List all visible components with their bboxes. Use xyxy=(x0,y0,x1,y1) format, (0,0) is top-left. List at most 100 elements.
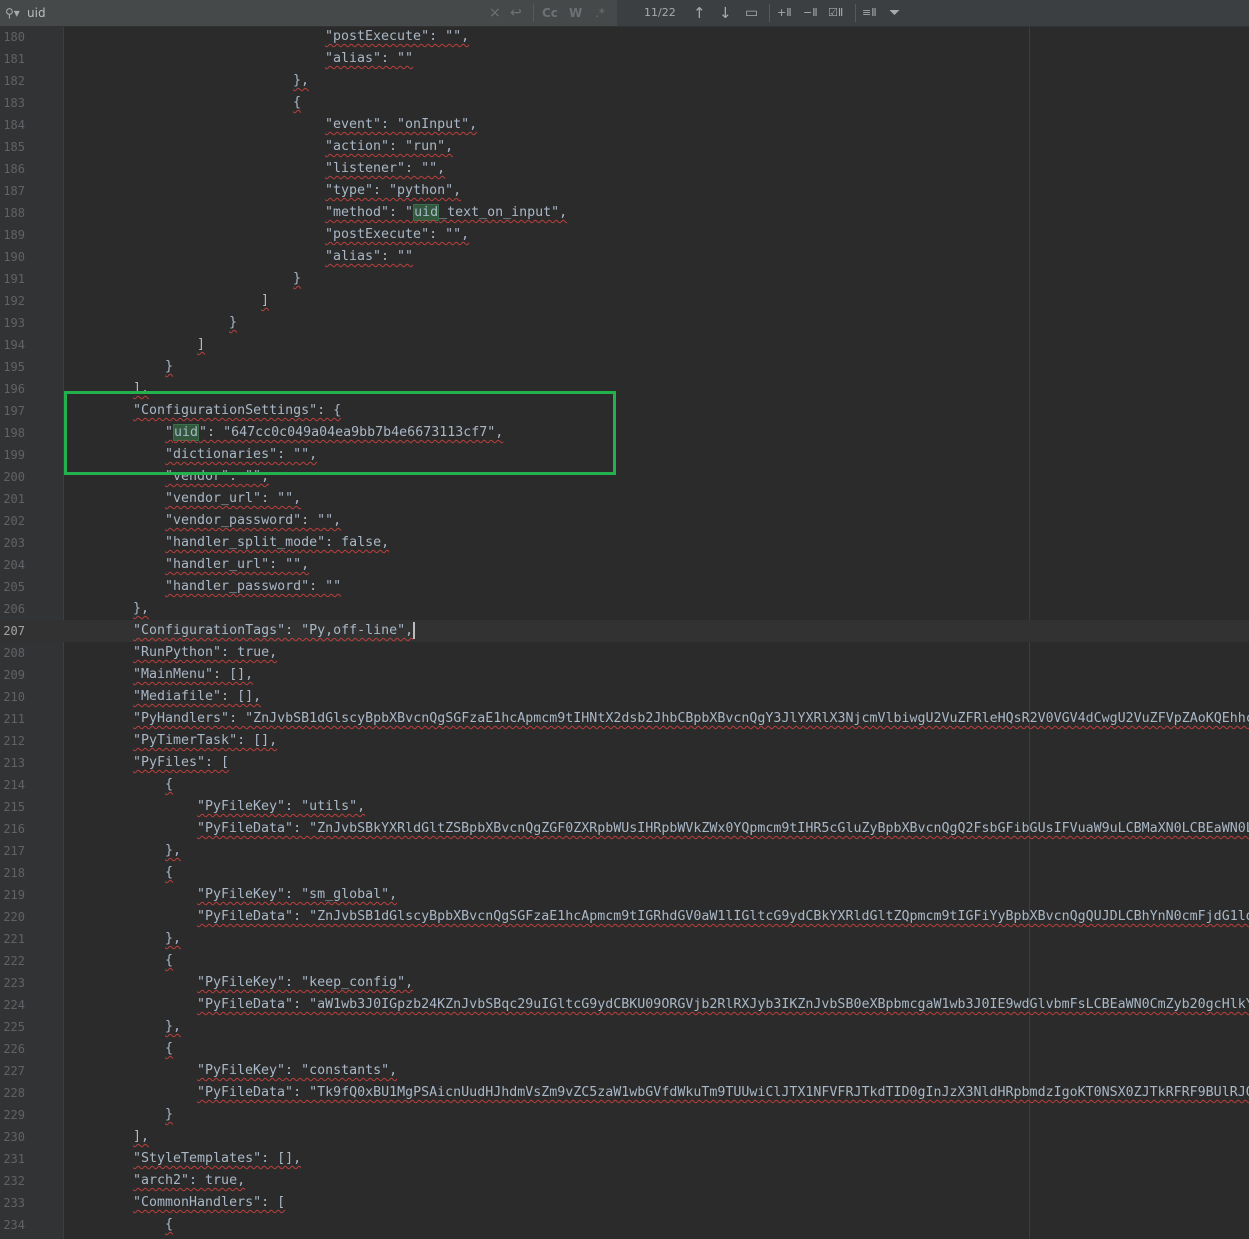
line-number: 199 xyxy=(3,448,25,462)
line-number: 191 xyxy=(3,272,25,286)
code-line[interactable]: 213 "PyFiles": [ xyxy=(0,752,1249,774)
code-token: { xyxy=(165,865,174,880)
newline-icon[interactable]: ↩ xyxy=(510,0,522,26)
search-field[interactable] xyxy=(0,0,617,26)
code-line[interactable]: 228 "PyFileData": "Tk9fQ0xBU1MgPSAicnUudH… xyxy=(0,1082,1249,1104)
code-line[interactable]: 200 "vendor": "", xyxy=(0,466,1249,488)
code-line[interactable]: 220 "PyFileData": "ZnJvbSB1dGlscyBpbXBvcn… xyxy=(0,906,1249,928)
code-line[interactable]: 219 "PyFileKey": "sm_global", xyxy=(0,884,1249,906)
line-number: 207 xyxy=(3,624,25,638)
code-line[interactable]: 216 "PyFileData": "ZnJvbSBkYXRldGltZSBpbX… xyxy=(0,818,1249,840)
code-line[interactable]: 184 "event": "onInput", xyxy=(0,114,1249,136)
code-line[interactable]: 218 { xyxy=(0,862,1249,884)
line-number: 197 xyxy=(3,404,25,418)
search-icon[interactable]: ⚲▾ xyxy=(5,0,20,26)
code-line[interactable]: 202 "vendor_password": "", xyxy=(0,510,1249,532)
code-line[interactable]: 234 { xyxy=(0,1214,1249,1236)
code-token: "method": " xyxy=(325,205,414,220)
code-line[interactable]: 231 "StyleTemplates": [], xyxy=(0,1148,1249,1170)
code-line[interactable]: 207 "ConfigurationTags": "Py,off-line", xyxy=(0,620,1249,642)
code-line[interactable]: 180 "postExecute": "", xyxy=(0,26,1249,48)
code-line[interactable]: 214 { xyxy=(0,774,1249,796)
line-number: 210 xyxy=(3,690,25,704)
words-toggle[interactable]: W xyxy=(569,0,582,26)
code-line[interactable]: 199 "dictionaries": "", xyxy=(0,444,1249,466)
code-line[interactable]: 222 { xyxy=(0,950,1249,972)
code-line[interactable]: 212 "PyTimerTask": [], xyxy=(0,730,1249,752)
code-line[interactable]: 197 "ConfigurationSettings": { xyxy=(0,400,1249,422)
code-line[interactable]: 194] xyxy=(0,334,1249,356)
code-line[interactable]: 215 "PyFileKey": "utils", xyxy=(0,796,1249,818)
code-line[interactable]: 208 "RunPython": true, xyxy=(0,642,1249,664)
line-number: 222 xyxy=(3,954,25,968)
code-line[interactable]: 224 "PyFileData": "aW1wb3J0IGpzb24KZnJvbS… xyxy=(0,994,1249,1016)
code-line[interactable]: 186 "listener": "", xyxy=(0,158,1249,180)
code-line[interactable]: 233 "CommonHandlers": [ xyxy=(0,1192,1249,1214)
open-in-window-icon[interactable]: ▭ xyxy=(745,0,758,26)
line-number: 228 xyxy=(3,1086,25,1100)
code-text: "Mediafile": [], xyxy=(133,686,261,708)
line-number: 211 xyxy=(3,712,25,726)
code-line[interactable]: 217}, xyxy=(0,840,1249,862)
code-line[interactable]: 185 "action": "run", xyxy=(0,136,1249,158)
code-line[interactable]: 205 "handler_password": "" xyxy=(0,576,1249,598)
code-text: "PyFileData": "aW1wb3J0IGpzb24KZnJvbSBqc… xyxy=(197,994,1249,1016)
match-count: 11/22 xyxy=(644,6,676,19)
code-line[interactable]: 227 "PyFileKey": "constants", xyxy=(0,1060,1249,1082)
code-text: "ConfigurationTags": "Py,off-line", xyxy=(133,620,416,642)
search-input[interactable]: uid xyxy=(27,0,46,26)
code-text: } xyxy=(293,268,301,290)
code-line[interactable]: 221}, xyxy=(0,928,1249,950)
code-line[interactable]: 182}, xyxy=(0,70,1249,92)
select-all-occurrences-icon[interactable]: ☑Ⅱ xyxy=(828,0,843,26)
code-line[interactable]: 190 "alias": "" xyxy=(0,246,1249,268)
add-occurrence-icon[interactable]: +Ⅱ xyxy=(777,0,792,26)
line-number: 219 xyxy=(3,888,25,902)
code-line[interactable]: 211 "PyHandlers": "ZnJvbSB1dGlscyBpbXBvcn… xyxy=(0,708,1249,730)
code-line[interactable]: 201 "vendor_url": "", xyxy=(0,488,1249,510)
search-match: uid xyxy=(413,204,440,221)
code-line[interactable]: 192] xyxy=(0,290,1249,312)
code-line[interactable]: 204 "handler_url": "", xyxy=(0,554,1249,576)
previous-occurrence-icon[interactable]: ↑ xyxy=(693,0,706,26)
code-text: "PyFileKey": "utils", xyxy=(197,796,365,818)
code-line[interactable]: 189 "postExecute": "", xyxy=(0,224,1249,246)
code-text: }, xyxy=(165,928,181,950)
filter-icon[interactable]: ⏷ xyxy=(889,0,900,26)
code-line[interactable]: 183 { xyxy=(0,92,1249,114)
code-line[interactable]: 195} xyxy=(0,356,1249,378)
code-line[interactable]: 226 { xyxy=(0,1038,1249,1060)
code-line[interactable]: 191} xyxy=(0,268,1249,290)
code-line[interactable]: 193} xyxy=(0,312,1249,334)
code-line[interactable]: 225}, xyxy=(0,1016,1249,1038)
code-text: } xyxy=(229,312,237,334)
code-line[interactable]: 223 "PyFileKey": "keep_config", xyxy=(0,972,1249,994)
line-number: 182 xyxy=(3,74,25,88)
code-line[interactable]: 181 "alias": "" xyxy=(0,48,1249,70)
code-line[interactable]: 203 "handler_split_mode": false, xyxy=(0,532,1249,554)
code-line[interactable]: 198 "uid": "647cc0c049a04ea9bb7b4e6673113… xyxy=(0,422,1249,444)
code-line[interactable]: 187 "type": "python", xyxy=(0,180,1249,202)
code-text: "PyFiles": [ xyxy=(133,752,229,774)
code-line[interactable]: 206}, xyxy=(0,598,1249,620)
regex-toggle[interactable]: .* xyxy=(595,0,605,26)
code-line[interactable]: 188 "method": "uid_text_on_input", xyxy=(0,202,1249,224)
code-line[interactable]: 229} xyxy=(0,1104,1249,1126)
next-occurrence-icon[interactable]: ↓ xyxy=(719,0,732,26)
in-selection-icon[interactable]: ≡Ⅱ xyxy=(862,0,877,26)
code-token: ] xyxy=(197,337,206,352)
line-number: 185 xyxy=(3,140,25,154)
text-caret xyxy=(413,621,416,639)
clear-search-icon[interactable]: × xyxy=(489,0,501,26)
match-case-toggle[interactable]: Cc xyxy=(542,0,558,26)
code-token: "handler_url": "", xyxy=(165,557,310,572)
code-text: "handler_password": "" xyxy=(165,576,341,598)
remove-occurrence-icon[interactable]: −Ⅱ xyxy=(803,0,818,26)
code-line[interactable]: 196], xyxy=(0,378,1249,400)
code-line[interactable]: 232 "arch2": true, xyxy=(0,1170,1249,1192)
code-line[interactable]: 209 "MainMenu": [], xyxy=(0,664,1249,686)
code-line[interactable]: 230], xyxy=(0,1126,1249,1148)
code-text: }, xyxy=(165,840,181,862)
code-line[interactable]: 210 "Mediafile": [], xyxy=(0,686,1249,708)
code-text: "vendor_password": "", xyxy=(165,510,341,532)
